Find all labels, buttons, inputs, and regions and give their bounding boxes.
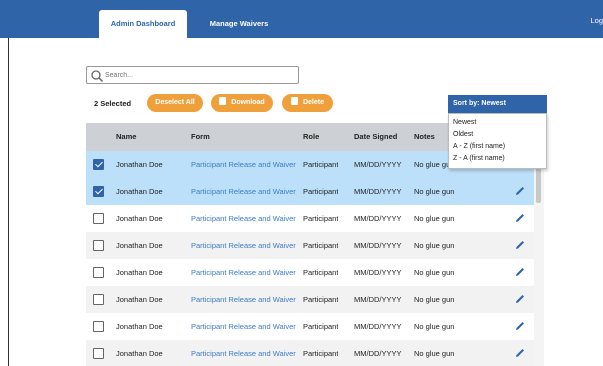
column-header-role[interactable]: Role	[303, 123, 319, 151]
pencil-icon[interactable]	[514, 347, 526, 359]
cell-role: Participant	[303, 322, 339, 331]
row-checkbox[interactable]	[93, 159, 104, 170]
download-label: Download	[231, 99, 265, 106]
cell-role: Participant	[303, 160, 339, 169]
download-button[interactable]: Download	[211, 94, 273, 112]
cell-form-link[interactable]: Participant Release and Waiver	[191, 286, 296, 313]
cell-date-signed: MM/DD/YYYY	[354, 241, 402, 250]
cell-role: Participant	[303, 268, 339, 277]
cell-notes: No glue gun	[414, 268, 455, 277]
content-frame-border	[8, 38, 9, 366]
table-row[interactable]: Jonathan Doe Participant Release and Waiv…	[86, 232, 534, 259]
column-header-notes[interactable]: Notes	[414, 123, 435, 151]
delete-label: Delete	[302, 99, 324, 106]
row-checkbox[interactable]	[93, 267, 104, 278]
pencil-icon[interactable]	[514, 212, 526, 224]
row-checkbox[interactable]	[93, 240, 104, 251]
cell-date-signed: MM/DD/YYYY	[354, 214, 402, 223]
deselect-all-label: Deselect All	[155, 99, 195, 106]
row-checkbox[interactable]	[93, 213, 104, 224]
cell-name: Jonathan Doe	[116, 295, 163, 304]
column-header-date-signed[interactable]: Date Signed	[354, 123, 397, 151]
sort-dropdown-button[interactable]: Sort by: Newest	[448, 95, 547, 113]
cell-name: Jonathan Doe	[116, 349, 163, 358]
cell-date-signed: MM/DD/YYYY	[354, 160, 402, 169]
cell-form-link[interactable]: Participant Release and Waiver	[191, 340, 296, 366]
row-checkbox[interactable]	[93, 294, 104, 305]
cell-form-link[interactable]: Participant Release and Waiver	[191, 259, 296, 286]
trash-icon	[290, 97, 298, 105]
table-row[interactable]: Jonathan Doe Participant Release and Waiv…	[86, 259, 534, 286]
file-icon	[219, 97, 227, 105]
cell-form-link[interactable]: Participant Release and Waiver	[191, 205, 296, 232]
cell-notes: No glue gun	[414, 349, 455, 358]
cell-form-link[interactable]: Participant Release and Waiver	[191, 313, 296, 340]
table-row[interactable]: Jonathan Doe Participant Release and Waiv…	[86, 178, 534, 205]
selected-count: 2 Selected	[94, 99, 132, 108]
table-row[interactable]: Jonathan Doe Participant Release and Waiv…	[86, 313, 534, 340]
cell-date-signed: MM/DD/YYYY	[354, 322, 402, 331]
logout-link[interactable]: Log	[590, 16, 603, 25]
cell-date-signed: MM/DD/YYYY	[354, 349, 402, 358]
deselect-all-button[interactable]: Deselect All	[147, 94, 203, 112]
table-row[interactable]: Jonathan Doe Participant Release and Waiv…	[86, 205, 534, 232]
cell-form-link[interactable]: Participant Release and Waiver	[191, 151, 296, 178]
pencil-icon[interactable]	[514, 185, 526, 197]
table-row[interactable]: Jonathan Doe Participant Release and Waiv…	[86, 286, 534, 313]
tab-admin-dashboard[interactable]: Admin Dashboard	[99, 10, 187, 38]
cell-date-signed: MM/DD/YYYY	[354, 295, 402, 304]
row-checkbox[interactable]	[93, 186, 104, 197]
search-box[interactable]	[86, 66, 299, 84]
cell-notes: No glue gun	[414, 295, 455, 304]
delete-button[interactable]: Delete	[282, 94, 333, 112]
row-checkbox[interactable]	[93, 348, 104, 359]
cell-name: Jonathan Doe	[116, 268, 163, 277]
sort-option-a-z[interactable]: A - Z (first name)	[449, 141, 546, 153]
cell-name: Jonathan Doe	[116, 160, 163, 169]
cell-role: Participant	[303, 349, 339, 358]
table-row[interactable]: Jonathan Doe Participant Release and Waiv…	[86, 340, 534, 366]
row-checkbox[interactable]	[93, 321, 104, 332]
pencil-icon[interactable]	[514, 239, 526, 251]
search-icon	[91, 70, 104, 83]
tab-manage-waivers[interactable]: Manage Waivers	[199, 10, 279, 38]
cell-notes: No glue gun	[414, 322, 455, 331]
cell-name: Jonathan Doe	[116, 241, 163, 250]
sort-option-oldest[interactable]: Oldest	[449, 129, 546, 141]
search-input[interactable]	[105, 68, 295, 82]
cell-notes: No glue gun	[414, 187, 455, 196]
cell-role: Participant	[303, 295, 339, 304]
top-nav-bar: Admin Dashboard Manage Waivers Log	[0, 0, 603, 38]
cell-name: Jonathan Doe	[116, 187, 163, 196]
cell-date-signed: MM/DD/YYYY	[354, 187, 402, 196]
cell-role: Participant	[303, 187, 339, 196]
cell-role: Participant	[303, 241, 339, 250]
cell-date-signed: MM/DD/YYYY	[354, 268, 402, 277]
cell-name: Jonathan Doe	[116, 214, 163, 223]
sort-option-z-a[interactable]: Z - A (first name)	[449, 153, 546, 165]
pencil-icon[interactable]	[514, 293, 526, 305]
column-header-form[interactable]: Form	[191, 123, 210, 151]
cell-notes: No glue gun	[414, 214, 455, 223]
cell-form-link[interactable]: Participant Release and Waiver	[191, 178, 296, 205]
pencil-icon[interactable]	[514, 320, 526, 332]
cell-form-link[interactable]: Participant Release and Waiver	[191, 232, 296, 259]
sort-option-newest[interactable]: Newest	[449, 117, 546, 129]
sort-dropdown-menu: Newest Oldest A - Z (first name) Z - A (…	[448, 113, 547, 169]
cell-notes: No glue gun	[414, 241, 455, 250]
cell-name: Jonathan Doe	[116, 322, 163, 331]
cell-role: Participant	[303, 214, 339, 223]
pencil-icon[interactable]	[514, 266, 526, 278]
column-header-name[interactable]: Name	[116, 123, 136, 151]
